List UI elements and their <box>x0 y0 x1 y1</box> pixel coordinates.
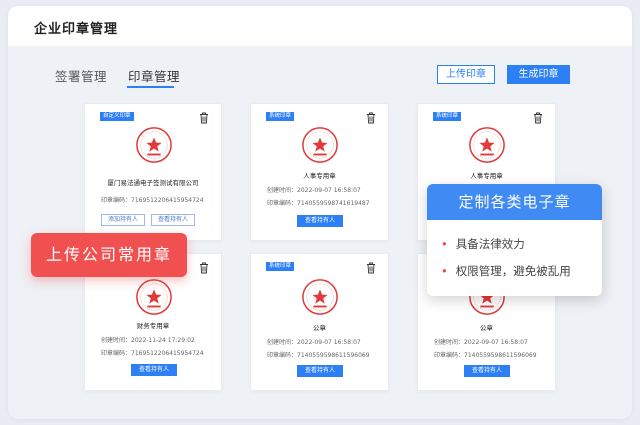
add-holder-button[interactable]: 添加持有人 <box>101 214 145 226</box>
bullet-dot-icon: • <box>441 237 448 251</box>
view-holder-button[interactable]: 查看持有人 <box>297 215 343 227</box>
seal-created-time: 创建时间：2022-09-07 16:58:07 <box>267 339 361 346</box>
view-holder-button[interactable]: 查看持有人 <box>151 214 195 226</box>
seal-stamp-icon <box>136 127 172 163</box>
bullet-dot-icon: • <box>441 264 448 278</box>
seal-type-tag: 自定义印章 <box>100 112 134 121</box>
seal-name: 人事专用章 <box>303 172 336 180</box>
tab-seal-management[interactable]: 印章管理 <box>128 66 180 85</box>
custom-seal-feature-popup: 定制各类电子章 • 具备法律效力 • 权限管理，避免被乱用 <box>427 184 602 296</box>
seal-code: 印章编码：7169512206415954724 <box>101 197 204 204</box>
title-bar: 企业印章管理 <box>8 6 632 46</box>
active-tab-indicator <box>127 86 174 88</box>
seal-name: 财务专用章 <box>136 322 170 330</box>
feature-item: • 权限管理，避免被乱用 <box>441 263 571 279</box>
seal-name: 公章 <box>313 324 326 332</box>
trash-icon[interactable] <box>533 112 543 124</box>
view-holder-button[interactable]: 查看持有人 <box>297 365 343 377</box>
seal-code: 印章编码：7140559598611596069 <box>267 352 370 359</box>
seal-card: 系统印章 人事专用章 创建时间：2022-09-07 16:58:07 印章编码… <box>250 103 389 241</box>
seal-card: 系统印章 公章 创建时间：2022-09-07 16:58:07 印章编码：71… <box>250 253 389 391</box>
trash-icon[interactable] <box>199 262 209 274</box>
seal-stamp-icon <box>469 127 505 163</box>
seal-type-tag: 系统印章 <box>266 112 295 121</box>
upload-common-seal-banner: 上传公司常用章 <box>31 233 187 277</box>
feature-item: • 具备法律效力 <box>441 236 525 252</box>
generate-seal-button[interactable]: 生成印章 <box>507 65 570 84</box>
app-title: 企业印章管理 <box>34 22 119 37</box>
seal-name: 公章 <box>480 324 493 332</box>
trash-icon[interactable] <box>199 112 209 124</box>
feature-text: 具备法律效力 <box>455 237 525 251</box>
tab-sign-management[interactable]: 签署管理 <box>55 66 107 85</box>
seal-name: 人事专用章 <box>470 172 503 180</box>
seal-created-time: 创建时间：2022-11-24 17:29:02 <box>101 337 195 344</box>
seal-name: 厦门易法通电子签测试有限公司 <box>107 179 199 187</box>
trash-icon[interactable] <box>366 112 376 124</box>
seal-type-tag: 系统印章 <box>433 112 462 121</box>
seal-type-tag: 系统印章 <box>266 262 295 271</box>
seal-stamp-icon <box>302 279 338 315</box>
seal-code: 印章编码：7140559598741619487 <box>267 200 370 207</box>
seal-stamp-icon <box>136 279 172 315</box>
view-holder-button[interactable]: 查看持有人 <box>131 364 177 376</box>
seal-created-time: 创建时间：2022-09-07 16:58:07 <box>267 187 361 194</box>
seal-created-time: 创建时间：2022-09-07 16:58:07 <box>434 339 528 346</box>
seal-code: 印章编码：7169512206415954724 <box>101 350 204 357</box>
trash-icon[interactable] <box>366 262 376 274</box>
view-holder-button[interactable]: 查看持有人 <box>464 365 510 377</box>
seal-code: 印章编码：7140559598611596069 <box>434 352 537 359</box>
seal-card: 自定义印章 厦门易法通电子签测试有限公司 印章编码：71695122064159… <box>84 103 222 241</box>
popup-title: 定制各类电子章 <box>427 184 602 220</box>
upload-seal-button[interactable]: 上传印章 <box>437 65 495 84</box>
seal-stamp-icon <box>302 127 338 163</box>
feature-text: 权限管理，避免被乱用 <box>455 264 571 278</box>
